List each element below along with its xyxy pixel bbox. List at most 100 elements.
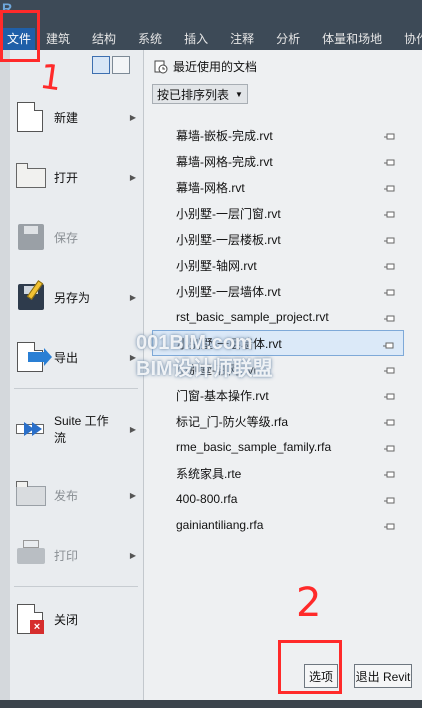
menu-item-label: 另存为 <box>54 290 91 305</box>
bottom-border <box>0 700 422 708</box>
menu-item-print[interactable]: 打印 ▶ <box>14 532 138 578</box>
menu-separator <box>14 586 138 587</box>
recent-document-name: 小别墅-一层楼板.rvt <box>176 232 281 247</box>
tab-systems[interactable]: 系统 <box>127 28 173 50</box>
submenu-arrow-icon: ▶ <box>129 490 136 500</box>
sort-order-value: 按已排序列表 <box>157 87 230 102</box>
menu-commands: 新建 ▶ 打开 ▶ 保存 另存为 ▶ 导出 ▶ Suite 工作流 ▶ 发布 ▶… <box>0 50 144 700</box>
pin-icon[interactable] <box>384 130 396 140</box>
annotation-box-file-tab <box>0 10 40 62</box>
tab-structure[interactable]: 结构 <box>81 28 127 50</box>
recent-document-row[interactable]: gainiantiliang.rfa <box>152 512 404 538</box>
tab-collaborate[interactable]: 协作 <box>393 28 422 50</box>
submenu-arrow-icon: ▶ <box>129 550 136 560</box>
menu-item-save[interactable]: 保存 <box>14 214 138 260</box>
watermark: 001BIM.com BIM设计师联盟 <box>136 330 273 382</box>
menu-item-label: 新建 <box>54 110 79 125</box>
recent-document-name: 小别墅-一层门窗.rvt <box>176 206 281 221</box>
recent-document-row[interactable]: 400-800.rfa <box>152 486 404 512</box>
recent-document-row[interactable]: 小别墅-一层墙体.rvt <box>152 278 404 304</box>
annotation-box-options <box>278 640 342 694</box>
submenu-arrow-icon: ▶ <box>129 424 136 434</box>
recent-document-name: 小别墅-轴网.rvt <box>176 258 257 273</box>
tab-annotate[interactable]: 注释 <box>219 28 265 50</box>
pin-icon[interactable] <box>384 520 396 530</box>
menu-item-label: 打印 <box>54 548 79 563</box>
ribbon-bar: R 文件 建筑 结构 系统 插入 注释 分析 体量和场地 协作 <box>0 0 422 50</box>
recent-document-row[interactable]: 小别墅-一层楼板.rvt <box>152 226 404 252</box>
export-icon <box>14 340 52 374</box>
recent-document-name: 幕墙-网格.rvt <box>176 180 245 195</box>
recent-document-row[interactable]: 幕墙-嵌板-完成.rvt <box>152 122 404 148</box>
menu-item-label: Suite 工作流 <box>54 414 109 445</box>
menu-item-save-as[interactable]: 另存为 ▶ <box>14 274 138 320</box>
menu-item-new[interactable]: 新建 ▶ <box>14 94 138 140</box>
pin-icon[interactable] <box>384 494 396 504</box>
recent-document-row[interactable]: 系统家具.rte <box>152 460 404 486</box>
pin-icon[interactable] <box>384 364 396 374</box>
tab-insert[interactable]: 插入 <box>173 28 219 50</box>
suite-workflow-icon <box>14 412 48 446</box>
recent-document-row[interactable]: 幕墙-网格.rvt <box>152 174 404 200</box>
pin-icon[interactable] <box>384 468 396 478</box>
submenu-arrow-icon: ▶ <box>129 172 136 182</box>
recent-document-row[interactable]: rst_basic_sample_project.rvt <box>152 304 404 330</box>
menu-item-label: 导出 <box>54 350 79 365</box>
recent-documents-header: 最近使用的文档 <box>154 58 257 75</box>
close-document-icon: × <box>14 602 48 636</box>
recent-document-name: rme_basic_sample_family.rfa <box>176 440 332 454</box>
pin-icon[interactable] <box>384 234 396 244</box>
menu-item-label: 发布 <box>54 488 79 503</box>
chevron-down-icon: ▼ <box>235 89 243 99</box>
recent-document-row[interactable]: rme_basic_sample_family.rfa <box>152 434 404 460</box>
menu-item-close[interactable]: × 关闭 <box>14 596 138 642</box>
open-folder-icon <box>14 160 48 194</box>
menu-item-label: 保存 <box>54 230 79 245</box>
save-disk-icon <box>14 220 48 254</box>
recent-document-row[interactable]: 门窗-基本操作.rvt <box>152 382 404 408</box>
submenu-arrow-icon: ▶ <box>129 112 136 122</box>
recent-document-name: 幕墙-嵌板-完成.rvt <box>176 128 273 143</box>
recent-document-row[interactable]: 幕墙-网格-完成.rvt <box>152 148 404 174</box>
menu-item-open[interactable]: 打开 ▶ <box>14 154 138 200</box>
recent-document-row[interactable]: 小别墅-一层门窗.rvt <box>152 200 404 226</box>
tab-architecture[interactable]: 建筑 <box>35 28 81 50</box>
annotation-number-2: 2 <box>296 580 322 626</box>
pin-icon[interactable] <box>384 286 396 296</box>
menu-separator <box>14 388 138 389</box>
recent-document-row[interactable]: 小别墅-轴网.rvt <box>152 252 404 278</box>
pin-icon[interactable] <box>383 339 395 349</box>
menu-left-strip <box>0 50 10 700</box>
recent-document-name: rst_basic_sample_project.rvt <box>176 310 329 324</box>
menu-item-publish[interactable]: 发布 ▶ <box>14 472 138 518</box>
exit-revit-button[interactable]: 退出 Revit <box>354 664 412 688</box>
tab-analyze[interactable]: 分析 <box>265 28 311 50</box>
sort-order-dropdown[interactable]: 按已排序列表 ▼ <box>152 84 248 104</box>
view-toggle <box>92 56 130 74</box>
watermark-line-1: 001BIM.com <box>136 332 253 354</box>
pin-icon[interactable] <box>384 156 396 166</box>
pin-icon[interactable] <box>384 390 396 400</box>
pin-icon[interactable] <box>384 416 396 426</box>
publish-icon <box>14 478 48 512</box>
menu-item-export[interactable]: 导出 ▶ <box>14 334 138 380</box>
recent-document-row[interactable]: 标记_门-防火等级.rfa <box>152 408 404 434</box>
open-documents-view-button[interactable] <box>112 56 130 74</box>
recent-documents-icon <box>154 60 168 74</box>
print-icon <box>14 538 48 572</box>
ribbon-tabs: 文件 建筑 结构 系统 插入 注释 分析 体量和场地 协作 <box>0 28 422 50</box>
menu-item-suite-workflow[interactable]: Suite 工作流 ▶ <box>14 406 138 452</box>
recent-document-name: 400-800.rfa <box>176 492 238 506</box>
pin-icon[interactable] <box>384 208 396 218</box>
menu-item-label: 关闭 <box>54 612 79 627</box>
pin-icon[interactable] <box>384 260 396 270</box>
menu-item-label: 打开 <box>54 170 79 185</box>
new-document-icon <box>14 100 48 134</box>
tab-massing-site[interactable]: 体量和场地 <box>311 28 393 50</box>
save-as-icon <box>14 280 48 314</box>
recent-document-name: 幕墙-网格-完成.rvt <box>176 154 273 169</box>
pin-icon[interactable] <box>384 312 396 322</box>
pin-icon[interactable] <box>384 442 396 452</box>
pin-icon[interactable] <box>384 182 396 192</box>
recent-documents-view-button[interactable] <box>92 56 110 74</box>
